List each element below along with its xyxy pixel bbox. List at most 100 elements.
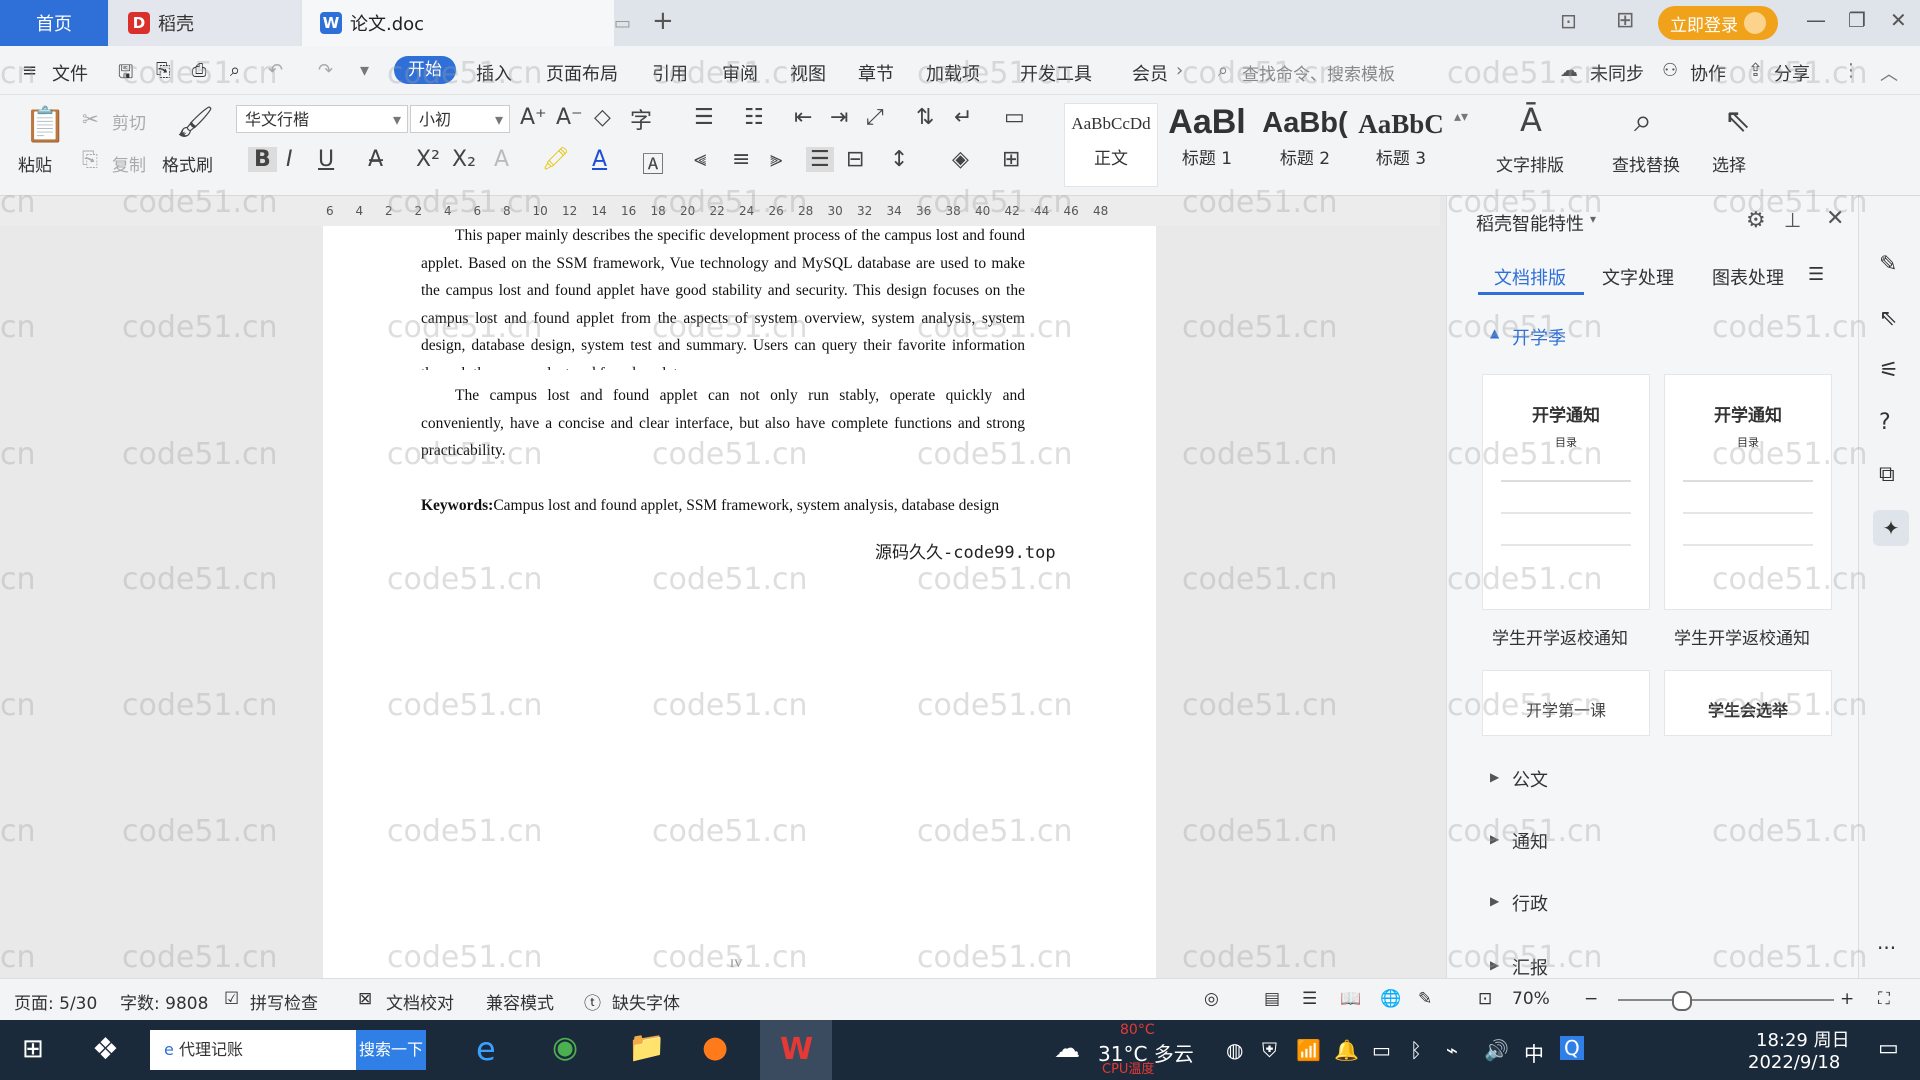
share-button[interactable]: 分享	[1774, 60, 1810, 86]
line-break-icon[interactable]: ↵	[954, 105, 972, 130]
decrease-indent-icon[interactable]: ⇤	[794, 105, 812, 130]
clear-format-icon[interactable]: ◇	[594, 105, 611, 130]
category-admin[interactable]: 行政	[1512, 890, 1548, 916]
menu-references[interactable]: 引用	[652, 60, 688, 86]
clock-time[interactable]: 18:29 周日	[1756, 1026, 1850, 1052]
font-color-icon[interactable]: A	[592, 147, 607, 172]
panel-tab-text-processing[interactable]: 文字处理	[1602, 264, 1674, 290]
zoom-level[interactable]: 70%	[1512, 989, 1550, 1009]
battery-icon[interactable]: ▭	[1372, 1038, 1391, 1062]
sort-icon[interactable]: ⇅	[916, 105, 934, 130]
missing-font-button[interactable]: 缺失字体	[612, 989, 680, 1014]
redo-icon[interactable]: ↷	[318, 60, 333, 81]
panel-title[interactable]: 稻壳智能特性	[1476, 210, 1584, 236]
panel-menu-icon[interactable]: ☰	[1808, 264, 1824, 285]
image-edit-icon[interactable]: ⧉	[1879, 462, 1895, 487]
menu-file[interactable]: 文件	[52, 60, 88, 86]
wifi-icon[interactable]: 📶	[1296, 1038, 1321, 1062]
char-border-icon[interactable]: 🄰	[642, 147, 664, 179]
underline-icon[interactable]: U	[318, 147, 334, 172]
text-direction-icon[interactable]: ⤢	[866, 105, 884, 130]
page-view-icon[interactable]: ▤	[1264, 989, 1280, 1009]
numbered-list-icon[interactable]: ☷	[744, 105, 764, 130]
volume-icon[interactable]: 🔊	[1484, 1038, 1509, 1062]
template-card-caption[interactable]: 学生开学返校通知	[1492, 624, 1628, 649]
ruler-toggle-icon[interactable]: ▭	[1004, 105, 1025, 130]
smart-feature-icon[interactable]: ✦	[1873, 510, 1909, 546]
collapse-ribbon-icon[interactable]: ︿	[1880, 60, 1898, 86]
increase-indent-icon[interactable]: ⇥	[830, 105, 848, 130]
distribute-icon[interactable]: ⊟	[846, 147, 864, 172]
zoom-slider-thumb[interactable]	[1672, 991, 1692, 1011]
font-size-select[interactable]: 小初 ▾	[410, 105, 510, 133]
app-icon[interactable]: ●	[702, 1030, 728, 1065]
borders-icon[interactable]: ⊞	[1002, 147, 1020, 172]
category-notices[interactable]: 通知	[1512, 828, 1548, 854]
tray-app-icon[interactable]: ◍	[1226, 1038, 1243, 1062]
category-reports[interactable]: 汇报	[1512, 954, 1548, 980]
edit-pen-icon[interactable]: ✎	[1879, 252, 1897, 277]
template-card[interactable]: 学生会选举	[1664, 670, 1832, 736]
clock-date[interactable]: 2022/9/18	[1748, 1052, 1840, 1073]
page-indicator[interactable]: 页面: 5/30	[14, 989, 97, 1014]
outline-view-icon[interactable]: ☰	[1302, 989, 1317, 1009]
keywords-line[interactable]: Keywords:Campus lost and found applet, S…	[421, 492, 1061, 520]
panel-title-dropdown-icon[interactable]: ▾	[1590, 212, 1596, 226]
styles-scroll-icon[interactable]: ▴▾	[1454, 109, 1468, 125]
action-center-icon[interactable]: ▭	[1878, 1036, 1899, 1061]
qq-icon[interactable]: Q	[1560, 1036, 1584, 1060]
cut-button[interactable]: 剪切	[112, 109, 146, 134]
layout-icon[interactable]: ⊡	[1560, 9, 1577, 33]
style-heading-1[interactable]: AaBl 标题 1	[1160, 103, 1254, 187]
menu-insert[interactable]: 插入	[476, 60, 512, 86]
taskbar-search-input[interactable]: e 代理记账	[150, 1030, 356, 1070]
tab-document[interactable]: W 论文.doc ▭	[302, 0, 631, 46]
menu-review[interactable]: 审阅	[722, 60, 758, 86]
app-launcher-icon[interactable]: ❖	[92, 1032, 119, 1067]
menu-addins[interactable]: 加载项	[926, 60, 980, 86]
new-tab-icon[interactable]: +	[652, 6, 674, 36]
line-spacing-icon[interactable]: ↕	[890, 147, 908, 172]
justify-icon[interactable]: ☰	[806, 147, 834, 172]
style-heading-3[interactable]: AaBbC 标题 3	[1354, 103, 1448, 187]
zoom-out-icon[interactable]: −	[1584, 989, 1598, 1009]
doc-check-button[interactable]: 文档校对	[386, 989, 454, 1014]
more-menu-icon[interactable]: ›	[1176, 60, 1183, 81]
menu-page-layout[interactable]: 页面布局	[546, 60, 618, 86]
word-count[interactable]: 字数: 9808	[120, 989, 208, 1014]
notification-bell-icon[interactable]: 🔔	[1334, 1038, 1359, 1062]
template-card-caption[interactable]: 学生开学返校通知	[1674, 624, 1810, 649]
ime-indicator[interactable]: 中	[1524, 1038, 1544, 1067]
abstract-paragraph-1[interactable]: This paper mainly describes the specific…	[421, 222, 1025, 370]
paste-button[interactable]: 粘贴	[18, 151, 52, 176]
restore-icon[interactable]: ❐	[1848, 8, 1866, 32]
style-heading-2[interactable]: AaBb( 标题 2	[1258, 103, 1352, 187]
more-options-icon[interactable]: ⋮	[1842, 60, 1860, 81]
bluetooth-icon[interactable]: ᛒ	[1410, 1038, 1422, 1062]
shrink-font-icon[interactable]: A⁻	[556, 105, 583, 130]
read-view-icon[interactable]: 📖	[1340, 989, 1361, 1009]
zoom-slider[interactable]	[1618, 999, 1834, 1001]
usb-icon[interactable]: ⌁	[1446, 1038, 1458, 1062]
file-explorer-icon[interactable]: 📁	[628, 1030, 665, 1065]
hamburger-icon[interactable]: ≡	[22, 60, 37, 81]
spell-check-button[interactable]: 拼写检查	[250, 989, 318, 1014]
align-center-icon[interactable]: ≡	[732, 147, 750, 172]
text-effect-icon[interactable]: A	[494, 147, 509, 172]
phonetic-icon[interactable]: 字	[630, 103, 652, 135]
strikethrough-icon[interactable]: A̶	[368, 147, 383, 172]
style-normal[interactable]: AaBbCcDd 正文	[1064, 103, 1158, 187]
highlight-icon[interactable]: 🖍	[542, 147, 570, 172]
quick-access-dropdown-icon[interactable]: ▾	[360, 60, 369, 81]
italic-icon[interactable]: I	[286, 147, 293, 172]
write-mode-icon[interactable]: ✎	[1418, 989, 1432, 1009]
subscript-icon[interactable]: X₂	[452, 147, 476, 172]
format-painter-button[interactable]: 格式刷	[162, 151, 213, 176]
preview-icon[interactable]: ⌕	[230, 60, 240, 81]
apps-grid-icon[interactable]: ⊞	[1616, 8, 1634, 33]
menu-start[interactable]: 开始	[394, 56, 456, 84]
shading-icon[interactable]: ◈	[952, 147, 969, 172]
more-tools-icon[interactable]: ···	[1877, 936, 1896, 960]
text-layout-button[interactable]: 文字排版	[1496, 151, 1564, 176]
grow-font-icon[interactable]: A⁺	[520, 105, 547, 130]
